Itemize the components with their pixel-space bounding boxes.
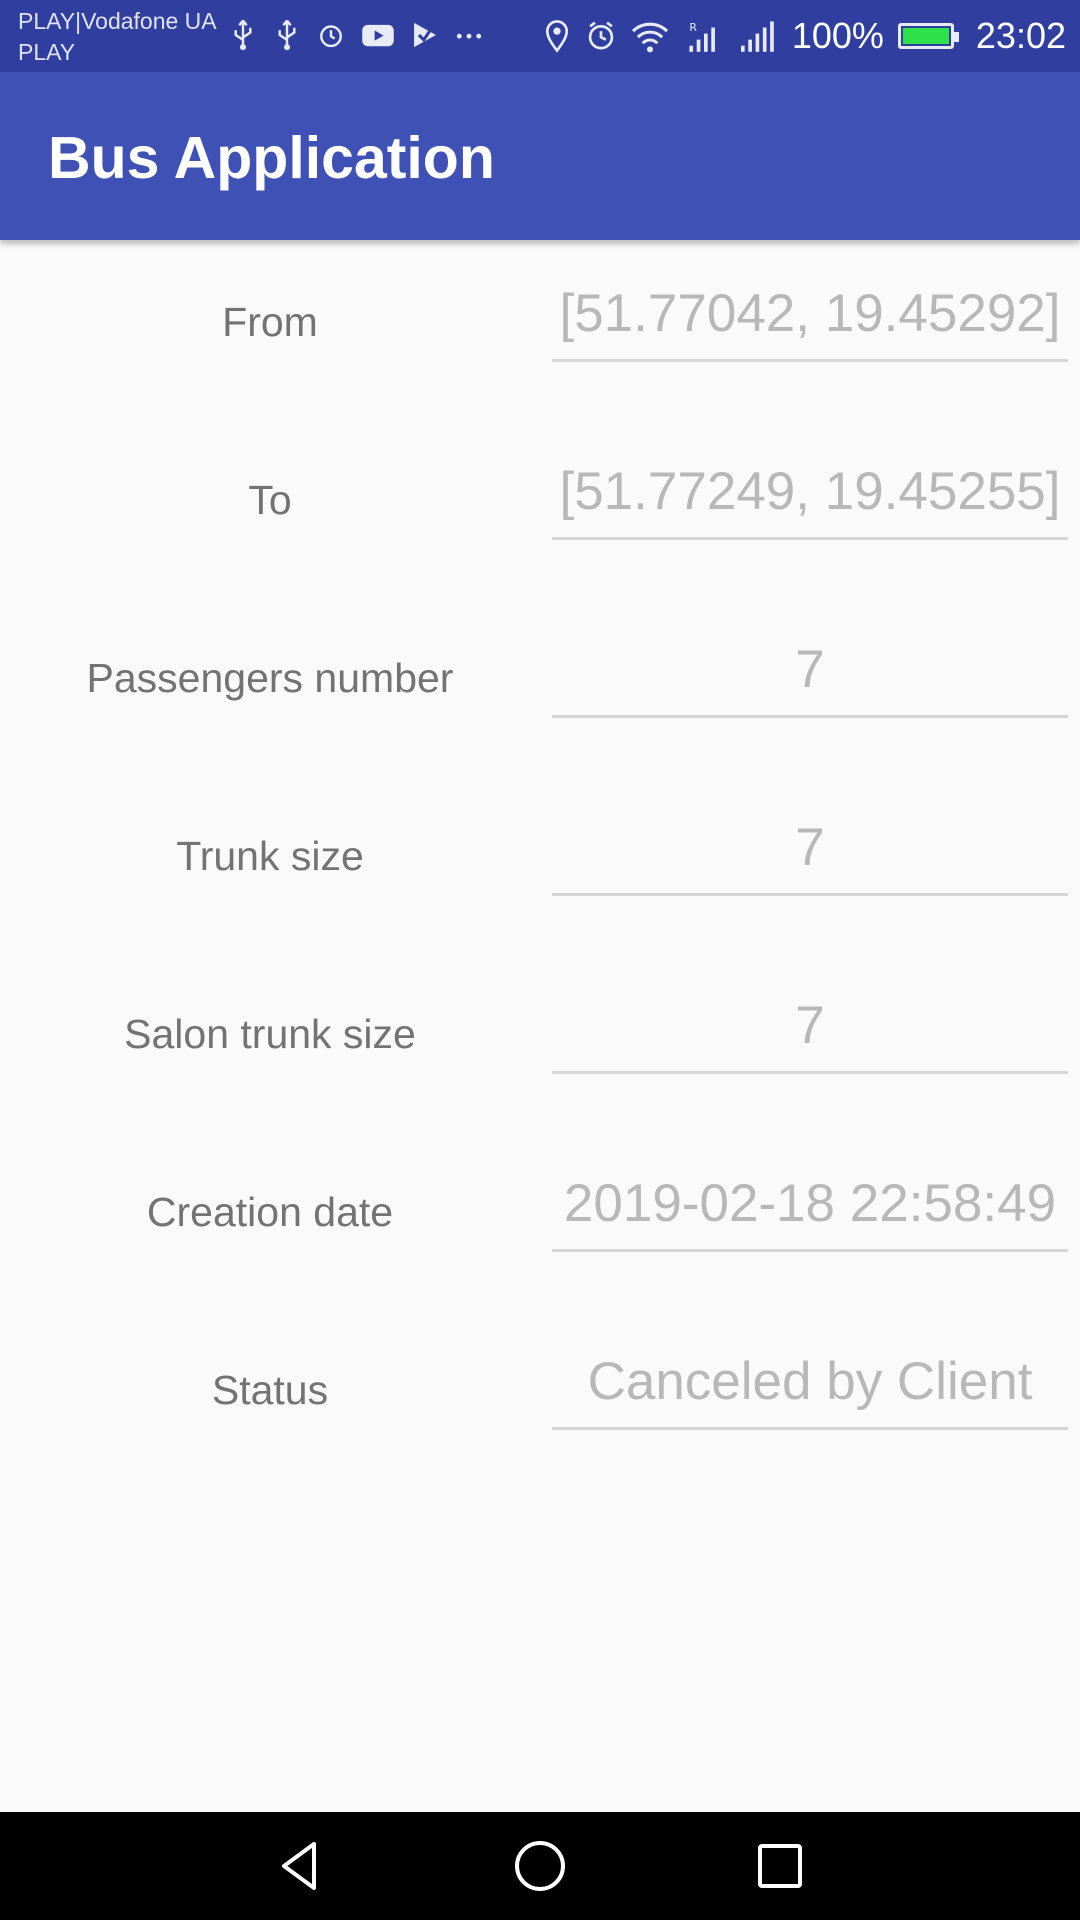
status-bar: PLAY|Vodafone UA PLAY R 100% 23:02 [0,0,1080,72]
to-label: To [248,477,292,523]
location-icon [545,20,568,53]
more-icon [456,33,482,39]
passengers-number-label: Passengers number [86,655,454,701]
system-icons: R 100% 23:02 [542,12,1066,60]
creation-date-value: 2019-02-18 22:58:49 [563,1174,1057,1233]
back-icon[interactable] [270,1836,330,1896]
battery-percent: 100% [791,15,884,56]
from-field[interactable]: [51.77042, 19.45292] [552,282,1068,362]
row-creation-date: Creation date 2019-02-18 22:58:49 [0,1130,1080,1308]
app-title: Bus Application [48,125,495,191]
row-salon-trunk-size: Salon trunk size 7 [0,952,1080,1130]
carrier-info: PLAY|Vodafone UA PLAY [18,6,217,68]
alarm-icon [320,25,342,48]
passengers-number-value: 7 [795,640,825,699]
from-label: From [222,299,318,345]
status-label: Status [211,1367,329,1413]
to-value: [51.77249, 19.45255] [559,462,1061,521]
svg-text:R: R [689,21,697,34]
passengers-number-field[interactable]: 7 [552,638,1068,718]
row-trunk-size: Trunk size 7 [0,774,1080,952]
to-field[interactable]: [51.77249, 19.45255] [552,460,1068,540]
usb-icon [234,19,252,51]
home-icon[interactable] [510,1836,570,1896]
wifi-icon [631,22,668,53]
trunk-size-field[interactable]: 7 [552,816,1068,896]
signal-icon [740,21,774,52]
usb-icon [278,19,296,51]
salon-trunk-size-value: 7 [795,996,825,1055]
salon-trunk-size-field[interactable]: 7 [552,994,1068,1074]
notification-icons [228,18,484,52]
status-field[interactable]: Canceled by Client [552,1350,1068,1430]
signal-roaming-icon: R [689,21,715,52]
salon-trunk-size-label: Salon trunk size [124,1011,416,1057]
youtube-icon [362,24,394,47]
alarm-icon [588,21,614,50]
creation-date-label: Creation date [146,1189,394,1235]
recents-icon[interactable] [750,1836,810,1896]
row-from: From [51.77042, 19.45292] [0,240,1080,418]
trunk-size-label: Trunk size [176,833,364,879]
check-app-icon [414,22,436,48]
carrier-line-2: PLAY [18,39,76,65]
battery-icon [897,23,959,49]
row-to: To [51.77249, 19.45255] [0,418,1080,596]
from-value: [51.77042, 19.45292] [559,284,1061,343]
trunk-size-value: 7 [795,818,825,877]
status-value: Canceled by Client [587,1352,1033,1411]
clock: 23:02 [975,15,1066,56]
creation-date-field[interactable]: 2019-02-18 22:58:49 [552,1172,1068,1252]
row-status: Status Canceled by Client [0,1308,1080,1486]
navigation-bar [0,1812,1080,1920]
app-bar: Bus Application [0,72,1080,240]
row-passengers-number: Passengers number 7 [0,596,1080,774]
carrier-line-1: PLAY|Vodafone UA [18,8,217,34]
